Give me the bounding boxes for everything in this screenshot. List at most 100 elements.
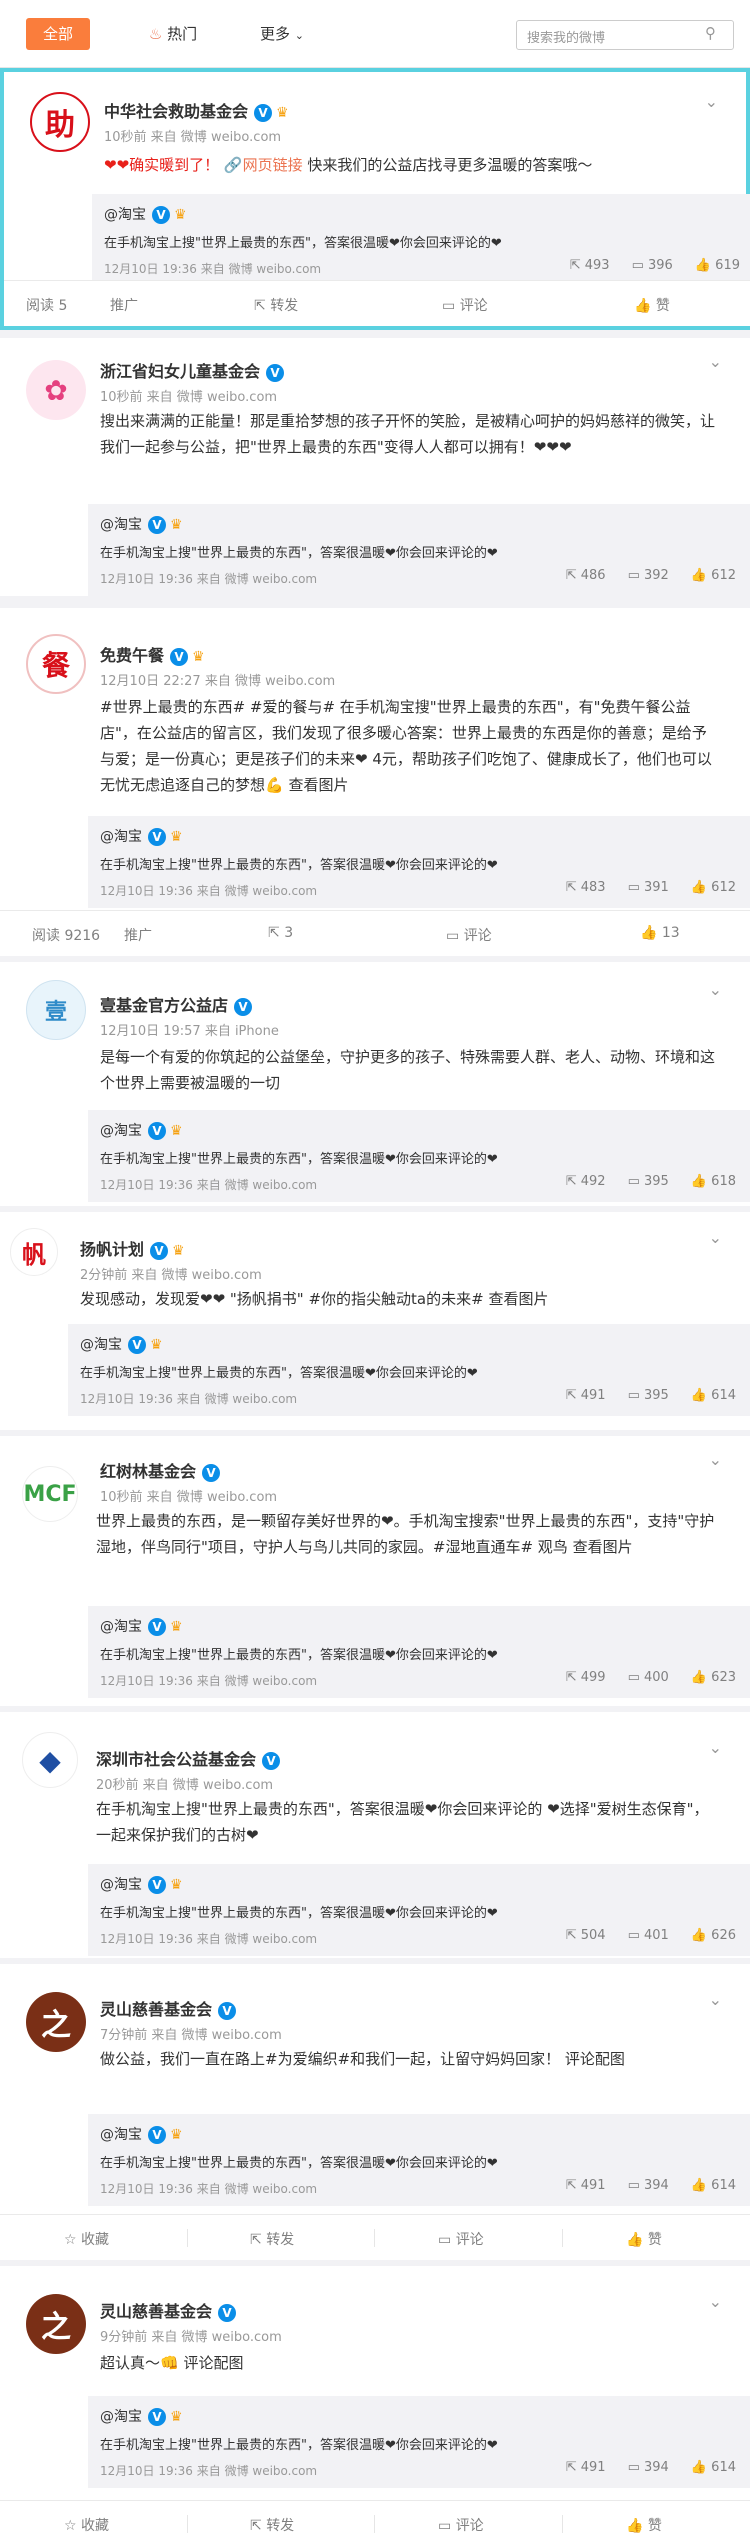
repost-user-text: @淘宝	[80, 1337, 122, 1353]
divider	[187, 2229, 188, 2247]
author-name[interactable]: 浙江省妇女儿童基金会 V	[100, 358, 285, 382]
forward-button[interactable]: ⇱ 转发	[250, 2229, 294, 2249]
avatar[interactable]: ✿	[26, 360, 86, 420]
comment-count[interactable]: ▭ 392	[628, 568, 669, 583]
chevron-down-icon[interactable]: ⌄	[709, 1738, 722, 1757]
like-count[interactable]: 👍 623	[691, 1670, 736, 1685]
author-name[interactable]: 灵山慈善基金会 V	[100, 1996, 237, 2020]
share-count[interactable]: ⇱ 492	[566, 1174, 606, 1189]
repost-user[interactable]: @淘宝 V ♛	[100, 514, 183, 534]
comment-button[interactable]: ▭ 评论	[446, 925, 492, 945]
author-name[interactable]: 免费午餐 V ♛	[100, 642, 205, 666]
comment-count[interactable]: ▭ 401	[628, 1928, 669, 1943]
share-count[interactable]: ⇱ 504	[566, 1928, 606, 1943]
repost-user-text: @淘宝	[100, 829, 142, 845]
repost-user[interactable]: @淘宝 V ♛	[100, 1874, 183, 1894]
repost-stats: ⇱ 491 ▭ 395 👍 614	[544, 1388, 736, 1403]
search-input[interactable]: 搜索我的微博 ⚲	[516, 20, 734, 50]
like-button[interactable]: 👍 赞	[634, 295, 670, 315]
comment-count[interactable]: ▭ 391	[628, 880, 669, 895]
share-count[interactable]: ⇱ 493	[570, 258, 610, 273]
like-count[interactable]: 👍 612	[691, 880, 736, 895]
avatar[interactable]: 餐	[26, 634, 86, 694]
author-name[interactable]: 深圳市社会公益基金会 V	[96, 1746, 281, 1770]
repost-meta: 12月10日 19:36 来自 微博 weibo.com	[104, 262, 322, 276]
favorite-button[interactable]: ☆ 收藏	[64, 2229, 109, 2249]
share-count[interactable]: ⇱ 486	[566, 568, 606, 583]
like-button[interactable]: 👍 赞	[626, 2229, 662, 2249]
comment-count[interactable]: ▭ 396	[632, 258, 673, 273]
avatar[interactable]: 助	[30, 92, 90, 152]
comment-count[interactable]: ▭ 394	[628, 2178, 669, 2193]
comment-count[interactable]: ▭ 400	[628, 1670, 669, 1685]
tab-more[interactable]: 更多 ⌄	[252, 18, 312, 50]
verified-icon: V	[148, 828, 166, 846]
repost-user[interactable]: @淘宝 V ♛	[100, 2406, 183, 2426]
promote-button[interactable]: 推广	[124, 925, 152, 945]
like-count[interactable]: 👍 614	[691, 2178, 736, 2193]
repost-stats: ⇱ 492 ▭ 395 👍 618	[544, 1174, 736, 1189]
share-count[interactable]: ⇱ 499	[566, 1670, 606, 1685]
chevron-down-icon[interactable]: ⌄	[709, 2292, 722, 2311]
chevron-down-icon[interactable]: ⌄	[709, 352, 722, 371]
vip-icon: ♛	[170, 517, 183, 533]
feed-card: MCF 红树林基金会 V 10秒前 来自 微博 weibo.com 世界上最贵的东…	[0, 1436, 750, 1706]
avatar[interactable]: 帆	[10, 1228, 58, 1276]
forward-button[interactable]: ⇱ 转发	[254, 295, 298, 315]
comment-count[interactable]: ▭ 395	[628, 1388, 669, 1403]
repost-user[interactable]: @淘宝 V ♛	[104, 204, 187, 224]
chevron-down-icon[interactable]: ⌄	[709, 980, 722, 999]
post-text: ❤❤确实暖到了！ 🔗网页链接 快来我们的公益店找寻更多温暖的答案哦～	[104, 152, 724, 178]
repost-user[interactable]: @淘宝 V ♛	[100, 826, 183, 846]
author-name[interactable]: 扬帆计划 V ♛	[80, 1236, 185, 1260]
author-name[interactable]: 壹基金官方公益店 V	[100, 992, 253, 1016]
chevron-down-icon[interactable]: ⌄	[705, 92, 718, 111]
author-name[interactable]: 红树林基金会 V	[100, 1458, 221, 1482]
like-count[interactable]: 👍 626	[691, 1928, 736, 1943]
repost-text: 在手机淘宝上搜"世界上最贵的东西"，答案很温暖❤你会回来评论的❤	[100, 546, 498, 561]
like-count[interactable]: 👍 614	[691, 2460, 736, 2475]
favorite-button[interactable]: ☆ 收藏	[64, 2515, 109, 2535]
tab-all[interactable]: 全部	[26, 18, 90, 50]
comment-button[interactable]: ▭ 评论	[438, 2515, 484, 2535]
repost-user[interactable]: @淘宝 V ♛	[100, 1120, 183, 1140]
repost-user[interactable]: @淘宝 V ♛	[100, 2124, 183, 2144]
share-count[interactable]: ⇱ 491	[566, 2460, 606, 2475]
like-button[interactable]: 👍 13	[640, 925, 680, 941]
avatar[interactable]: 之	[26, 1992, 86, 2052]
web-link[interactable]: 网页链接	[243, 156, 303, 174]
promote-button[interactable]: 推广	[110, 295, 138, 315]
comment-count[interactable]: ▭ 395	[628, 1174, 669, 1189]
share-count[interactable]: ⇱ 491	[566, 2178, 606, 2193]
like-count[interactable]: 👍 612	[691, 568, 736, 583]
repost-user-text: @淘宝	[100, 1619, 142, 1635]
comment-button[interactable]: ▭ 评论	[442, 295, 488, 315]
like-count[interactable]: 👍 614	[691, 1388, 736, 1403]
tab-hot[interactable]: ♨ 热门	[138, 18, 208, 50]
author-name-text: 灵山慈善基金会	[100, 2302, 213, 2321]
forward-button[interactable]: ⇱ 转发	[250, 2515, 294, 2535]
vip-icon: ♛	[170, 1619, 183, 1635]
like-count[interactable]: 👍 618	[691, 1174, 736, 1189]
chevron-down-icon[interactable]: ⌄	[709, 1990, 722, 2009]
share-count[interactable]: ⇱ 483	[566, 880, 606, 895]
author-name[interactable]: 中华社会救助基金会 V ♛	[104, 98, 289, 122]
comment-count[interactable]: ▭ 394	[628, 2460, 669, 2475]
chevron-down-icon[interactable]: ⌄	[709, 1228, 722, 1247]
repost-user[interactable]: @淘宝 V ♛	[100, 1616, 183, 1636]
author-name[interactable]: 灵山慈善基金会 V	[100, 2298, 237, 2322]
like-count[interactable]: 👍 619	[695, 258, 740, 273]
comment-button[interactable]: ▭ 评论	[438, 2229, 484, 2249]
like-button[interactable]: 👍 赞	[626, 2515, 662, 2535]
share-count[interactable]: ⇱ 491	[566, 1388, 606, 1403]
avatar[interactable]: 之	[26, 2294, 86, 2354]
repost-box: @淘宝 V ♛ 在手机淘宝上搜"世界上最贵的东西"，答案很温暖❤你会回来评论的❤ 1…	[88, 2114, 750, 2206]
search-icon[interactable]: ⚲	[705, 24, 716, 42]
chevron-down-icon[interactable]: ⌄	[709, 1450, 722, 1469]
avatar[interactable]: 壹	[26, 980, 86, 1040]
repost-user[interactable]: @淘宝 V ♛	[80, 1334, 163, 1354]
avatar[interactable]: ◆	[22, 1732, 78, 1788]
forward-icon: ⇱	[268, 925, 280, 941]
forward-button[interactable]: ⇱ 3	[268, 925, 293, 941]
avatar[interactable]: MCF	[22, 1466, 78, 1522]
